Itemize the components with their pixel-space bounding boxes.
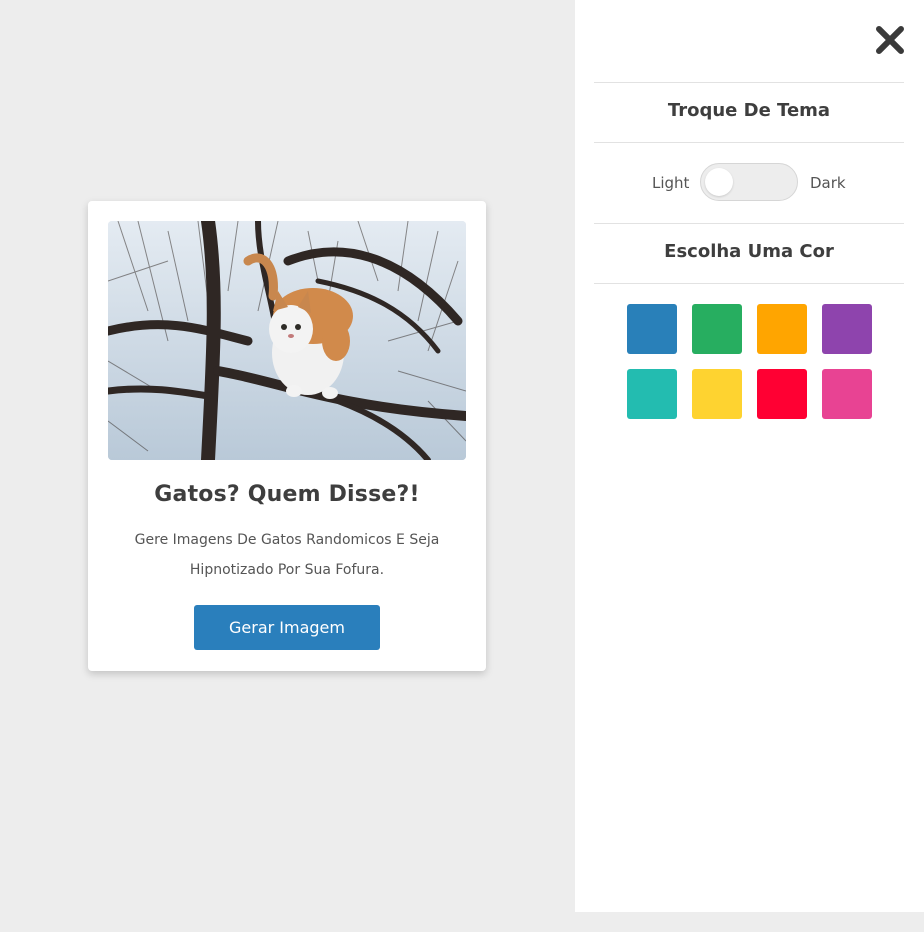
toggle-knob	[705, 168, 733, 196]
divider	[594, 283, 904, 284]
cat-image	[108, 221, 466, 460]
card-title: Gatos? Quem Disse?!	[154, 482, 420, 507]
color-swatch-orange[interactable]	[757, 304, 807, 354]
cat-photo-illustration	[108, 221, 466, 460]
color-swatch-green[interactable]	[692, 304, 742, 354]
divider	[594, 223, 904, 224]
theme-dark-label: Dark	[810, 174, 846, 192]
settings-panel: Troque De Tema Light Dark Escolha Uma Co…	[575, 0, 924, 912]
generate-image-button[interactable]: Gerar Imagem	[194, 605, 380, 650]
page: Gatos? Quem Disse?! Gere Imagens De Gato…	[0, 0, 924, 932]
color-swatch-purple[interactable]	[822, 304, 872, 354]
color-swatch-blue[interactable]	[627, 304, 677, 354]
color-swatch-pink[interactable]	[822, 369, 872, 419]
color-section-title: Escolha Uma Cor	[664, 241, 834, 262]
color-swatch-teal[interactable]	[627, 369, 677, 419]
theme-section-title: Troque De Tema	[667, 100, 831, 121]
cat-card: Gatos? Quem Disse?! Gere Imagens De Gato…	[88, 201, 486, 671]
close-icon[interactable]	[874, 24, 906, 56]
theme-toggle[interactable]	[700, 163, 798, 201]
color-swatch-red[interactable]	[757, 369, 807, 419]
divider	[594, 82, 904, 83]
card-description: Gere Imagens De Gatos Randomicos E Seja …	[134, 532, 440, 578]
theme-switch-row: Light Dark	[594, 163, 904, 203]
divider	[594, 142, 904, 143]
theme-light-label: Light	[652, 174, 690, 192]
color-swatch-yellow[interactable]	[692, 369, 742, 419]
